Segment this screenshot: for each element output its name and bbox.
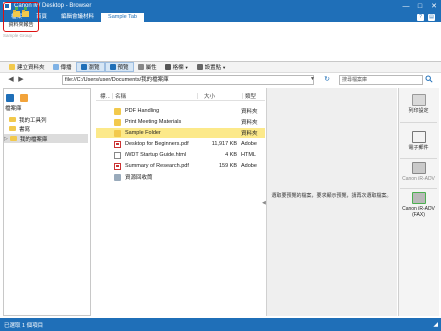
properties-button[interactable]: 屬性	[134, 62, 161, 72]
ribbon-tabs: 檔案 首頁 編輯會議材料 Sample Tab ? ▤	[0, 12, 441, 22]
table-row[interactable]: Desktop for Beginners.pdf 11,917 KB Adob…	[96, 139, 265, 149]
table-row[interactable]: Sample Folder 資料夾	[96, 128, 265, 138]
nav-item-my-library[interactable]: ▷ 我的檔案庫	[4, 134, 88, 143]
table-row[interactable]: iWDT Startup Guide.html 4 KB HTML	[96, 150, 265, 160]
resize-grip-icon[interactable]: ◢	[433, 321, 438, 328]
nav-item-toolbar[interactable]: 我的工具列	[9, 115, 89, 124]
help-icon[interactable]: ?	[417, 13, 424, 21]
chevron-down-icon: ▼	[222, 64, 227, 70]
folder-report-label: 資料夾報告	[8, 21, 34, 28]
col-size[interactable]: 大小	[200, 92, 240, 100]
chevron-down-icon[interactable]: ▼	[310, 76, 315, 82]
distribute-button[interactable]: 傳播	[49, 62, 76, 72]
ribbon-options-icon[interactable]: ▤	[428, 13, 435, 21]
list-header: 標… 名稱 大小 類型	[96, 92, 265, 101]
nav-item-writing[interactable]: 書寫	[9, 124, 89, 133]
table-row[interactable]: Print Meeting Materials 資料夾	[96, 117, 265, 127]
tab-sample[interactable]: Sample Tab	[101, 13, 144, 22]
search-input[interactable]: 搜尋檔案庫	[339, 75, 423, 85]
pdf-file-icon	[114, 162, 121, 170]
path-field[interactable]: file://C:/Users/user/Documents/我的檔案庫	[62, 75, 314, 85]
html-file-icon	[114, 151, 121, 159]
new-folder-icon	[9, 64, 15, 70]
printer-icon	[411, 94, 426, 106]
columns-icon	[164, 64, 171, 70]
print-settings-button[interactable]: 列印設定	[398, 94, 439, 114]
collapse-preview-icon[interactable]: ◀	[262, 200, 266, 206]
folder-icon	[9, 136, 17, 141]
library-tab-icon[interactable]	[6, 94, 14, 102]
folder-icon	[114, 129, 121, 137]
status-bar: 已選取 1 個項目 ◢	[0, 318, 441, 331]
table-row[interactable]: 資源回收筒	[96, 172, 265, 182]
pdf-file-icon	[114, 140, 121, 148]
folder-report-icon	[13, 6, 29, 17]
table-row[interactable]: Summary of Research.pdf 159 KB Adobe	[96, 161, 265, 171]
properties-icon	[137, 64, 144, 70]
col-tag[interactable]: 標…	[96, 92, 110, 100]
folder-icon	[9, 126, 16, 131]
folder-icon	[114, 118, 121, 126]
recycle-bin-icon	[114, 173, 121, 181]
email-button[interactable]: 電子郵件	[398, 131, 439, 151]
toolbar: 建立資料夾 傳播 瀏覽 預覽 屬性 格欄 ▼ 設置點 ▼	[0, 62, 441, 73]
ribbon-group-label: Sample Group	[3, 33, 33, 38]
ribbon-panel	[0, 22, 441, 62]
magnifier-icon	[425, 75, 433, 83]
multifunction-printer-icon	[411, 162, 426, 174]
email-icon	[411, 131, 426, 143]
preview-toggle[interactable]: 預覽	[104, 62, 134, 72]
expand-icon[interactable]: ▷	[4, 136, 8, 142]
minimize-button[interactable]: —	[399, 0, 413, 12]
maximize-button[interactable]: □	[413, 0, 427, 12]
folder-icon	[9, 117, 16, 122]
chevron-down-icon: ▼	[184, 64, 189, 70]
preview-message: 選取要預覽的檔案，要求顯示預覽，請再次選取檔案。	[271, 193, 392, 199]
folder-icon	[114, 107, 121, 115]
preview-pane	[266, 88, 397, 316]
refresh-icon[interactable]: ↻	[322, 75, 332, 85]
table-row[interactable]: PDF Handling 資料夾	[96, 106, 265, 116]
browse-toggle[interactable]: 瀏覽	[75, 62, 105, 72]
forward-button[interactable]: ▶	[16, 75, 26, 85]
col-type[interactable]: 類型	[245, 92, 265, 100]
columns-dropdown[interactable]: 格欄 ▼	[161, 62, 193, 72]
status-text: 已選取 1 個項目	[4, 322, 44, 329]
document-tab-icon[interactable]	[20, 94, 28, 102]
nav-header: 檔案庫	[5, 106, 22, 112]
fax-printer-icon	[411, 192, 426, 204]
folder-report-button[interactable]: 資料夾報告	[3, 2, 39, 32]
back-button[interactable]: ◀	[6, 75, 16, 85]
canon-iradv-fax-button[interactable]: Canon iR-ADV (FAX)	[398, 192, 439, 218]
preview-icon	[109, 64, 116, 70]
settings-icon	[196, 64, 203, 70]
nav-tabs	[6, 94, 28, 102]
new-folder-button[interactable]: 建立資料夾	[5, 62, 49, 72]
close-button[interactable]: ✕	[427, 0, 441, 12]
canon-iradv-button[interactable]: Canon iR-ADV	[398, 162, 439, 182]
settings-dropdown[interactable]: 設置點 ▼	[193, 62, 230, 72]
search-icon[interactable]	[424, 75, 434, 85]
title-bar: Canon iW Desktop - Browser — □ ✕	[0, 0, 441, 12]
tab-edit-meeting[interactable]: 編輯會議材料	[54, 13, 101, 22]
browse-icon	[80, 64, 87, 70]
distribute-icon	[52, 64, 59, 70]
col-name[interactable]: 名稱	[115, 92, 195, 100]
